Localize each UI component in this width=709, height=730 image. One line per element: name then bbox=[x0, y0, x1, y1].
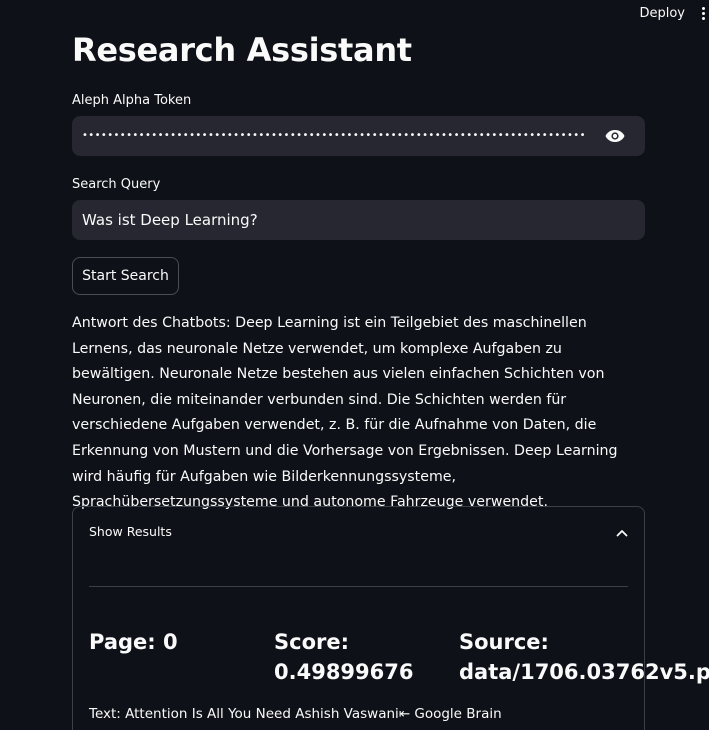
results-divider bbox=[89, 586, 628, 587]
result-source: Source: data/1706.03762v5.pdf bbox=[459, 627, 709, 687]
query-input-wrapper bbox=[72, 200, 645, 240]
result-source-label: Source: bbox=[459, 630, 549, 654]
results-expander: Show Results Page: 0 Score: 0.49899676 S… bbox=[72, 506, 709, 730]
results-expander-label: Show Results bbox=[89, 523, 172, 539]
eye-icon[interactable] bbox=[585, 116, 645, 156]
result-page: Page: 0 bbox=[89, 630, 178, 654]
token-masked-value[interactable]: ••••••••••••••••••••••••••••••••••••••••… bbox=[72, 116, 585, 156]
result-score-label: Score: bbox=[274, 630, 349, 654]
result-score: Score: 0.49899676 bbox=[274, 627, 413, 687]
result-source-value: data/1706.03762v5.pdf bbox=[459, 660, 709, 684]
chatbot-answer: Antwort des Chatbots: Deep Learning ist … bbox=[72, 315, 618, 511]
results-expander-header[interactable]: Show Results bbox=[73, 507, 644, 555]
search-query-input[interactable] bbox=[72, 200, 645, 240]
result-text: Text: Attention Is All You Need Ashish V… bbox=[89, 706, 502, 722]
top-toolbar: Deploy bbox=[639, 0, 709, 26]
token-input[interactable]: ••••••••••••••••••••••••••••••••••••••••… bbox=[72, 116, 645, 156]
token-label: Aleph Alpha Token bbox=[72, 93, 192, 108]
deploy-button[interactable]: Deploy bbox=[639, 6, 685, 21]
query-label: Search Query bbox=[72, 177, 161, 192]
chevron-up-icon bbox=[616, 522, 628, 541]
result-score-value: 0.49899676 bbox=[274, 660, 414, 684]
app-root: Deploy Research Assistant Aleph Alpha To… bbox=[0, 0, 709, 730]
kebab-menu-icon[interactable] bbox=[701, 6, 705, 20]
start-search-button[interactable]: Start Search bbox=[72, 257, 179, 295]
page-title: Research Assistant bbox=[72, 31, 412, 69]
